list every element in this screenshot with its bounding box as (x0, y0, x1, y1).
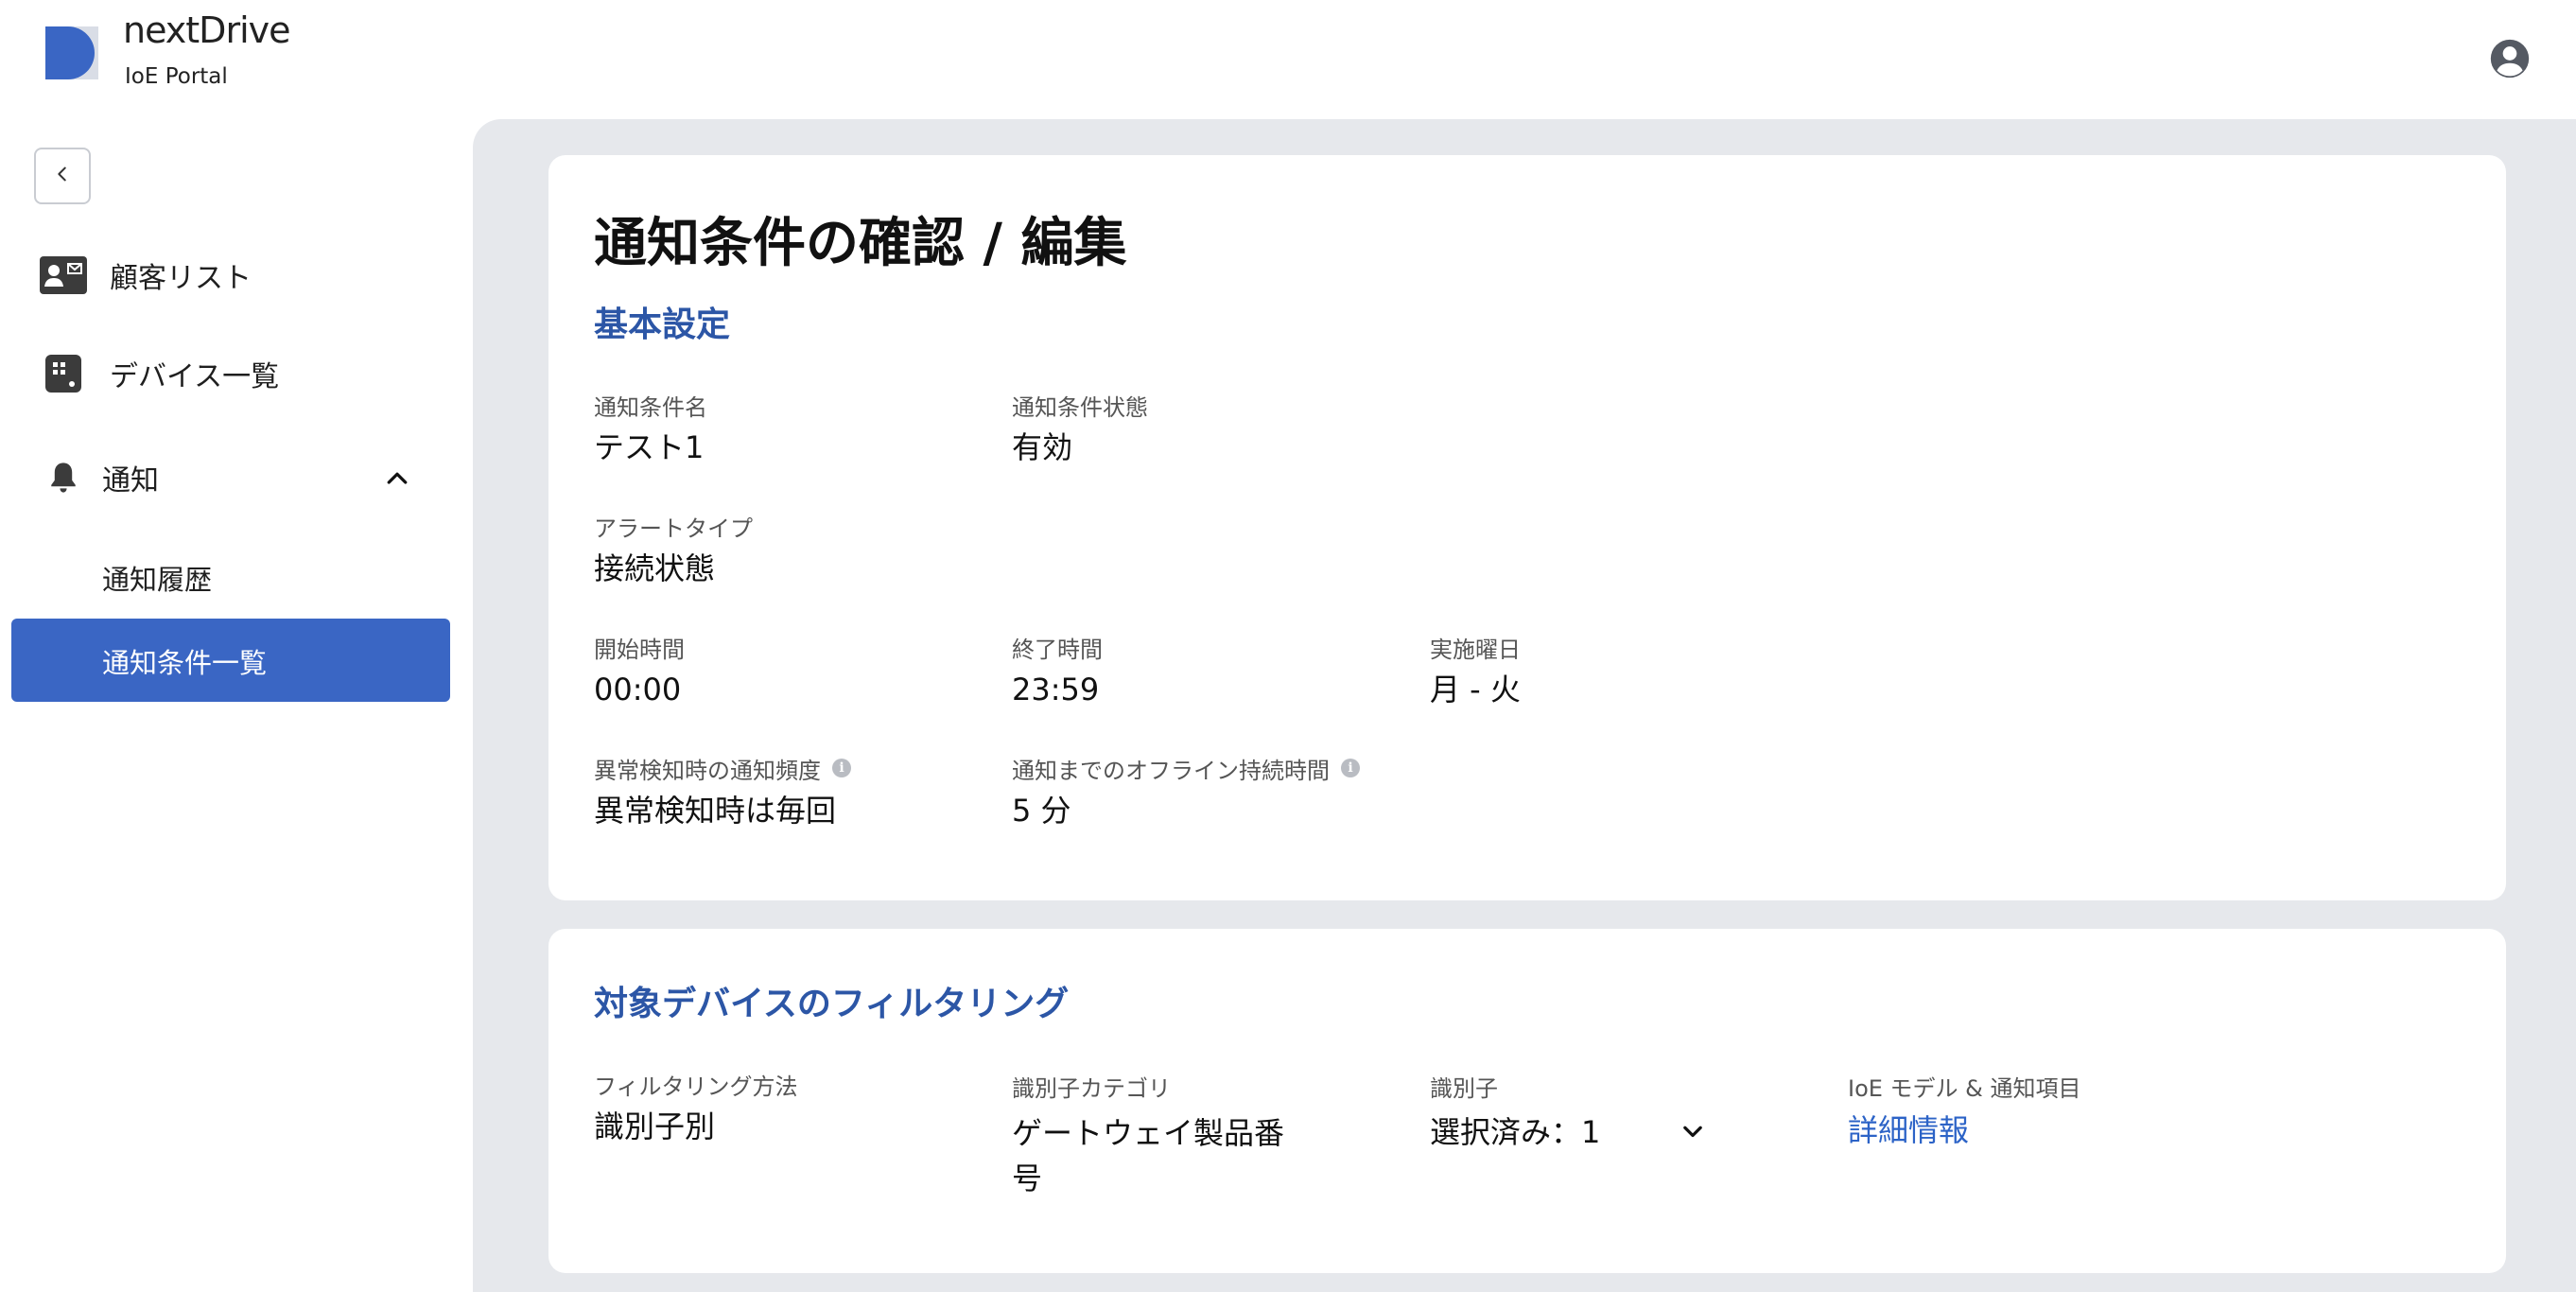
field-label: フィルタリング方法 (594, 1073, 798, 1100)
field-days: 実施曜日 月 - 火 (1430, 632, 1521, 711)
device-filtering-title: 対象デバイスのフィルタリング (594, 985, 1070, 1023)
sidebar-subitem-label: 通知履歴 (102, 564, 213, 596)
chevron-up-icon[interactable] (380, 461, 414, 495)
field-label: 通知条件状態 (1012, 393, 1148, 421)
field-value: テスト1 (594, 429, 705, 465)
field-filtering-method: フィルタリング方法 識別子別 (594, 1069, 798, 1148)
field-label: 終了時間 (1012, 636, 1103, 663)
sidebar-item-notifications[interactable]: 通知 (0, 445, 473, 511)
field-value: 有効 (1012, 429, 1073, 465)
chevron-down-icon[interactable] (1676, 1115, 1710, 1149)
field-value: ゲートウェイ製品番号 (1012, 1115, 1285, 1196)
brand-name: nextDrive (123, 9, 290, 51)
sidebar-item-device-list[interactable]: デバイス一覧 (0, 340, 473, 407)
sidebar-item-customer-list[interactable]: 顧客リスト (0, 242, 473, 308)
field-alert-type: アラートタイプ 接続状態 (594, 511, 753, 590)
sidebar-subitem-notification-history[interactable]: 通知履歴 (11, 535, 450, 619)
details-link[interactable]: 詳細情報 (1848, 1109, 2081, 1152)
field-label: 識別子カテゴリ (1012, 1074, 1171, 1102)
field-offline-duration: 通知までのオフライン持続時間 i 5 分 (1012, 753, 1360, 832)
field-label: IoE モデル & 通知項目 (1848, 1074, 2081, 1102)
app-root: nextDrive IoE Portal 顧客リスト デバイス一覧 通知 通知履… (0, 0, 2576, 1292)
chevron-left-icon (52, 164, 73, 188)
info-icon[interactable]: i (1341, 759, 1360, 777)
main-content: 通知条件の確認 / 編集 基本設定 通知条件名 テスト1 通知条件状態 有効 ア… (473, 119, 2576, 1292)
field-label: アラートタイプ (594, 515, 753, 542)
sidebar-item-label: デバイス一覧 (110, 360, 280, 393)
top-header: nextDrive IoE Portal (0, 0, 2576, 119)
sidebar-item-label: 顧客リスト (110, 262, 252, 295)
device-filtering-card: 対象デバイスのフィルタリング フィルタリング方法 識別子別 識別子カテゴリ ゲー… (548, 929, 2506, 1273)
sidebar-collapse-button[interactable] (34, 148, 91, 204)
basic-settings-card: 通知条件の確認 / 編集 基本設定 通知条件名 テスト1 通知条件状態 有効 ア… (548, 155, 2506, 900)
account-circle-icon[interactable] (2489, 38, 2531, 79)
field-condition-status: 通知条件状態 有効 (1012, 390, 1148, 469)
nextdrive-logo-icon[interactable] (45, 26, 98, 79)
field-end-time: 終了時間 23:59 (1012, 632, 1103, 711)
brand-subtitle: IoE Portal (125, 64, 228, 89)
field-label: 識別子 (1430, 1074, 1498, 1102)
contact-card-icon (40, 252, 87, 299)
field-value: 00:00 (594, 672, 682, 707)
field-identifier-category: 識別子カテゴリ ゲートウェイ製品番号 (1012, 1071, 1296, 1201)
field-value: 接続状態 (594, 550, 716, 586)
bell-icon (40, 454, 87, 501)
basic-settings-title: 基本設定 (594, 306, 731, 344)
field-label: 実施曜日 (1430, 636, 1521, 663)
field-value: 23:59 (1012, 672, 1100, 707)
sidebar-subitem-notification-conditions[interactable]: 通知条件一覧 (11, 619, 450, 702)
field-label: 通知までのオフライン持続時間 (1012, 757, 1330, 784)
page-title: 通知条件の確認 / 編集 (594, 213, 1127, 274)
sidebar: 顧客リスト デバイス一覧 通知 通知履歴 通知条件一覧 (0, 119, 473, 1292)
field-value: 月 - 火 (1430, 672, 1521, 707)
field-label: 異常検知時の通知頻度 (594, 757, 821, 784)
sidebar-item-label: 通知 (102, 464, 159, 498)
info-icon[interactable]: i (832, 759, 851, 777)
field-identifier: 識別子 選択済み：1 (1430, 1071, 1710, 1154)
field-label: 通知条件名 (594, 393, 707, 421)
field-start-time: 開始時間 00:00 (594, 632, 685, 711)
field-ioe-model-items: IoE モデル & 通知項目 詳細情報 (1848, 1071, 2081, 1152)
field-label: 開始時間 (594, 636, 685, 663)
field-notify-frequency: 異常検知時の通知頻度 i 異常検知時は毎回 (594, 753, 851, 832)
field-condition-name: 通知条件名 テスト1 (594, 390, 707, 469)
field-value: 5 分 (1012, 793, 1071, 829)
identifier-dropdown[interactable]: 選択済み：1 (1430, 1110, 1710, 1154)
identifier-selected-value: 選択済み：1 (1430, 1114, 1601, 1150)
field-value: 識別子別 (594, 1109, 716, 1144)
device-icon (40, 350, 87, 397)
field-value: 異常検知時は毎回 (594, 793, 837, 829)
sidebar-subitem-label: 通知条件一覧 (102, 647, 268, 679)
